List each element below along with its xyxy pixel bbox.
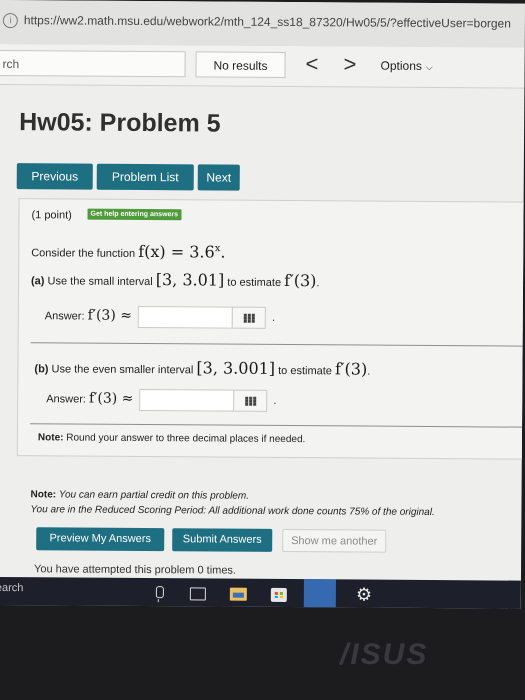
monitor-logo: /ISUS — [340, 638, 429, 671]
reduced-scoring-text: You are in the Reduced Scoring Period: A… — [30, 504, 435, 519]
show-me-another-button[interactable]: Show me another — [282, 528, 387, 553]
find-status: No results — [195, 51, 286, 78]
part-a-text: Use the small interval — [47, 275, 153, 289]
part-b-mid: to estimate — [278, 364, 332, 378]
grid-icon — [245, 396, 257, 406]
part-b-label: (b) — [34, 363, 49, 376]
gear-icon[interactable]: ⚙ — [356, 584, 374, 604]
problem-body: (1 point) Get help entering answers Cons… — [16, 198, 525, 460]
part-b-interval: [3, 3.001] — [196, 358, 276, 378]
attempts-text: You have attempted this problem 0 times. — [33, 563, 237, 577]
find-previous-button[interactable]: < — [305, 50, 318, 78]
find-bar: rch No results < > Options ⌵ — [0, 43, 525, 89]
taskbar-search[interactable]: earch — [0, 582, 23, 594]
part-a-prompt: (a) Use the small interval [3, 3.01] to … — [31, 269, 320, 290]
partial-credit-text: You can earn partial credit on this prob… — [58, 489, 250, 502]
problem-points: (1 point) — [31, 209, 72, 222]
rounding-note-text: Round your answer to three decimal place… — [66, 432, 306, 446]
part-a-label: (a) — [30, 275, 45, 288]
consider-text: Consider the function — [31, 247, 136, 260]
answer-b-expression: f′(3) ≈ — [88, 390, 134, 407]
part-b-period: . — [367, 365, 371, 378]
help-entering-answers-link[interactable]: Get help entering answers — [87, 208, 182, 221]
grid-icon — [243, 313, 256, 323]
part-divider-a — [30, 342, 525, 347]
problem-list-button[interactable]: Problem List — [96, 163, 194, 191]
taskbar: earch ⚙ — [0, 576, 521, 609]
find-next-button[interactable]: > — [343, 50, 356, 78]
part-divider-b — [30, 423, 525, 428]
answer-b-row: Answer: f′(3) ≈. — [46, 388, 277, 412]
rounding-note: Note: Round your answer to three decimal… — [38, 432, 305, 445]
answer-a-input[interactable] — [137, 305, 234, 329]
function-base: f(x) = 3.6 — [138, 241, 215, 262]
equation-editor-button-a[interactable] — [231, 306, 267, 329]
answer-a-period: . — [271, 311, 276, 324]
chevron-down-icon: ⌵ — [425, 61, 433, 73]
address-bar[interactable]: i https://ww2.math.msu.edu/webwork2/mth_… — [0, 0, 525, 49]
answer-a-label: Answer: — [44, 310, 85, 323]
preview-answers-button[interactable]: Preview My Answers — [36, 527, 165, 552]
answer-b-label: Answer: — [46, 393, 87, 406]
next-button[interactable]: Next — [197, 164, 240, 191]
scoring-note-label: Note: — [30, 489, 57, 501]
active-app-icon[interactable] — [303, 579, 336, 609]
task-view-icon[interactable] — [189, 587, 206, 601]
equation-editor-button-b[interactable] — [233, 389, 268, 412]
file-explorer-icon[interactable] — [229, 587, 247, 601]
info-icon[interactable]: i — [2, 13, 18, 29]
answer-a-expression: f′(3) ≈ — [87, 307, 133, 324]
function-expression: f(x) = 3.6x. — [138, 242, 225, 262]
find-options-button[interactable]: Options ⌵ — [381, 59, 433, 73]
previous-button[interactable]: Previous — [16, 163, 93, 190]
part-b-prompt: (b) Use the even smaller interval [3, 3.… — [34, 357, 370, 378]
url-text[interactable]: https://ww2.math.msu.edu/webwork2/mth_12… — [24, 13, 511, 30]
scoring-notes: Note: You can earn partial credit on thi… — [30, 487, 435, 520]
part-a-period: . — [316, 277, 320, 290]
answer-b-input[interactable] — [139, 388, 235, 412]
answer-b-period: . — [273, 394, 277, 407]
function-end: . — [220, 242, 226, 262]
mic-icon[interactable] — [155, 586, 164, 599]
find-options-label: Options — [380, 58, 422, 73]
rounding-note-label: Note: — [37, 432, 64, 444]
answer-a-row: Answer: f′(3) ≈. — [45, 305, 275, 329]
function-statement: Consider the function f(x) = 3.6x. — [31, 241, 225, 262]
monitor-screen: i https://ww2.math.msu.edu/webwork2/mth_… — [0, 0, 525, 609]
part-b-text: Use the even smaller interval — [51, 363, 194, 377]
part-a-interval: [3, 3.01] — [155, 270, 225, 290]
submit-answers-button[interactable]: Submit Answers — [172, 528, 273, 552]
part-a-mid: to estimate — [227, 276, 282, 289]
store-icon[interactable] — [270, 587, 287, 603]
part-b-derivative: f′(3) — [334, 359, 368, 379]
page-title: Hw05: Problem 5 — [19, 108, 221, 138]
find-input[interactable]: rch — [0, 49, 186, 78]
part-a-derivative: f′(3) — [284, 270, 317, 291]
